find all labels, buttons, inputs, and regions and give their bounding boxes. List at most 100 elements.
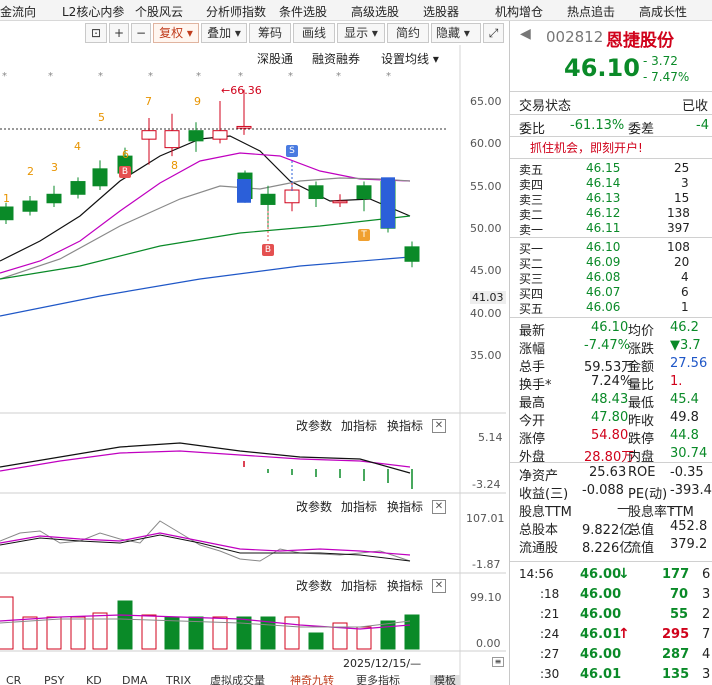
fund-value: 452.8 xyxy=(670,519,708,534)
menu-item-stock-news[interactable]: 个股风云 xyxy=(135,3,183,20)
last-price: 46.10 xyxy=(564,54,640,82)
stat-label: 最低 xyxy=(628,396,655,411)
price-tick: 45.00 xyxy=(470,264,502,277)
weibi-label: 委比 xyxy=(519,122,546,137)
panel2-swap-indicator[interactable]: 换指标 xyxy=(387,498,423,515)
simple-button[interactable]: 简约 xyxy=(387,23,429,43)
nine-turn-count: 2 xyxy=(27,165,34,178)
stat-value: 27.56 xyxy=(670,356,708,371)
fund-label: 股息TTM xyxy=(519,505,572,520)
buy-signal-marker[interactable]: B xyxy=(262,244,274,256)
draw-line-button[interactable]: 画线 xyxy=(293,23,335,43)
candle-body xyxy=(141,130,157,140)
bid-price: 46.06 xyxy=(586,300,621,314)
price-tick: 60.00 xyxy=(470,137,502,150)
stat-label: 涨停 xyxy=(519,432,546,447)
shengutong-link[interactable]: 深股通 xyxy=(257,50,293,67)
chart-toolbar: ⊡ + − 复权 ▾ 叠加 ▾ 筹码 画线 显示 ▾ 简约 隐藏 ▾ ⤢ xyxy=(0,21,506,45)
panel2-add-indicator[interactable]: 加指标 xyxy=(341,498,377,515)
menu-item-l2[interactable]: L2核心内参 xyxy=(62,3,124,20)
panel2-close-icon[interactable]: ✕ xyxy=(432,500,446,514)
trade-status-value: 已收 xyxy=(682,99,709,114)
kline-chart-area[interactable]: * * * * * * * * * 65.00 60.00 55.00 50.00 45.0 xyxy=(0,21,506,685)
tick-price: 46.00 xyxy=(580,607,622,622)
nine-turn-count: 8 xyxy=(171,159,178,172)
panel1-add-indicator[interactable]: 加指标 xyxy=(341,417,377,434)
stat-value: 1. xyxy=(670,374,683,389)
stat-value: 49.8 xyxy=(670,410,699,425)
stat-value: 44.8 xyxy=(670,428,699,443)
menu-item-analyst-index[interactable]: 分析师指数 xyxy=(206,3,266,20)
fund-label: ROE xyxy=(628,465,656,480)
svg-text:*: * xyxy=(148,71,153,82)
svg-text:*: * xyxy=(2,71,7,82)
restore-rights-button[interactable]: 复权 ▾ xyxy=(153,23,199,43)
stat-value: 48.43 xyxy=(591,392,629,407)
zoom-in-icon[interactable]: + xyxy=(109,23,129,43)
tick-volume: 177 xyxy=(662,567,690,582)
margin-trading-link[interactable]: 融资融券 xyxy=(312,50,360,67)
nine-turn-count: 6 xyxy=(122,148,129,161)
panel3-add-indicator[interactable]: 加指标 xyxy=(341,577,377,594)
tick-volume: 70 xyxy=(670,587,689,602)
prev-stock-icon[interactable]: ◀ xyxy=(520,26,531,42)
menu-item-advanced-pick[interactable]: 高级选股 xyxy=(351,3,399,20)
panel3-close-icon[interactable]: ✕ xyxy=(432,579,446,593)
promo-link[interactable]: 抓住机会，即刻开户! xyxy=(530,139,643,156)
buy-signal-marker[interactable]: B xyxy=(119,166,131,178)
stock-name: 恩捷股份 xyxy=(606,31,674,51)
fullscreen-icon[interactable]: ⤢ xyxy=(483,23,504,43)
t-signal-marker[interactable]: T xyxy=(358,229,370,241)
ask-label: 卖一 xyxy=(519,223,544,237)
lock-icon[interactable]: ⊡ xyxy=(85,23,107,43)
panel1-axis-top: 5.14 xyxy=(478,431,503,444)
panel2-change-params[interactable]: 改参数 xyxy=(296,498,332,515)
menu-item-condition-pick[interactable]: 条件选股 xyxy=(279,3,327,20)
menu-item-fund-flow[interactable]: 金流向 xyxy=(0,3,36,20)
panel2-axis-bottom: -1.87 xyxy=(472,558,501,571)
nine-turn-count: 5 xyxy=(98,111,105,124)
menu-item-hotspot[interactable]: 热点追击 xyxy=(567,3,615,20)
tick-arrow-icon: ↑ xyxy=(618,626,630,642)
set-ma-link[interactable]: 设置均线 ▾ xyxy=(381,50,439,67)
fund-value: -0.35 xyxy=(670,465,704,480)
tab-template[interactable]: 模板 xyxy=(430,675,460,685)
tick-time: :21 xyxy=(540,607,560,621)
scroll-handle-icon[interactable]: ≡ xyxy=(492,657,504,667)
overlay-button[interactable]: 叠加 ▾ xyxy=(201,23,247,43)
price-change: - 3.72 xyxy=(643,54,678,68)
tab-cr[interactable]: CR xyxy=(6,675,21,685)
tab-psy[interactable]: PSY xyxy=(44,675,64,685)
chip-button[interactable]: 筹码 xyxy=(249,23,291,43)
menu-item-growth[interactable]: 高成长性 xyxy=(639,3,687,20)
tab-magic-nine[interactable]: 神奇九转 xyxy=(290,675,334,685)
menu-item-stock-picker[interactable]: 选股器 xyxy=(423,3,459,20)
panel3-change-params[interactable]: 改参数 xyxy=(296,577,332,594)
tab-dma[interactable]: DMA xyxy=(122,675,148,685)
stat-value: 45.4 xyxy=(670,392,699,407)
panel1-axis-bottom: -3.24 xyxy=(472,478,501,491)
tab-more-indicators[interactable]: 更多指标 xyxy=(356,675,400,685)
stat-value: 30.74 xyxy=(670,446,708,461)
volume-bar xyxy=(404,614,420,650)
panel1-close-icon[interactable]: ✕ xyxy=(432,419,446,433)
panel3-swap-indicator[interactable]: 换指标 xyxy=(387,577,423,594)
panel1-swap-indicator[interactable]: 换指标 xyxy=(387,417,423,434)
volume-bar xyxy=(46,616,62,650)
tick-price: 46.01 xyxy=(580,667,622,682)
panel3-axis-bottom: 0.00 xyxy=(476,637,501,650)
ask-price: 46.14 xyxy=(586,176,621,190)
panel1-change-params[interactable]: 改参数 xyxy=(296,417,332,434)
kline-chart[interactable]: * * * * * * * * * xyxy=(0,21,506,685)
nine-turn-count: 9 xyxy=(194,95,201,108)
tab-kd[interactable]: KD xyxy=(86,675,102,685)
current-price-tick: 41.03 xyxy=(470,291,506,304)
menu-item-institution[interactable]: 机构增仓 xyxy=(495,3,543,20)
tab-trix[interactable]: TRIX xyxy=(166,675,191,685)
stat-label: 涨幅 xyxy=(519,342,546,357)
zoom-out-icon[interactable]: − xyxy=(131,23,151,43)
hide-button[interactable]: 隐藏 ▾ xyxy=(431,23,481,43)
display-button[interactable]: 显示 ▾ xyxy=(337,23,385,43)
tab-virtual-volume[interactable]: 虚拟成交量 xyxy=(210,675,265,685)
sell-signal-marker[interactable]: S xyxy=(286,145,298,157)
